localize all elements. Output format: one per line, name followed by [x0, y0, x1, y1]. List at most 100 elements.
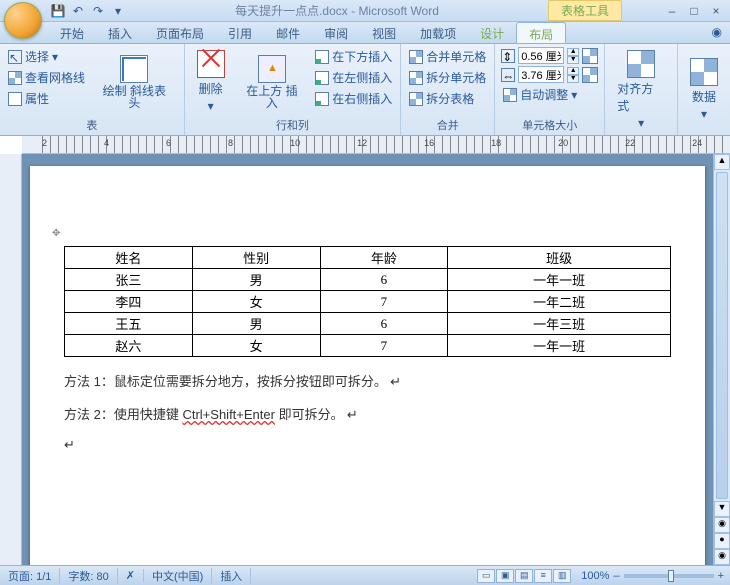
- split-table-button[interactable]: 拆分表格: [407, 89, 488, 108]
- tab-home[interactable]: 开始: [48, 22, 96, 43]
- view-fullscreen-icon[interactable]: ▣: [496, 569, 514, 583]
- zoom-level[interactable]: 100%: [581, 570, 609, 582]
- tab-addins[interactable]: 加载项: [408, 22, 468, 43]
- undo-icon[interactable]: ↶: [70, 3, 86, 19]
- status-page[interactable]: 页面: 1/1: [0, 568, 60, 584]
- col-width-icon: ⇔: [501, 68, 515, 82]
- scroll-up-icon[interactable]: ▲: [714, 154, 730, 170]
- table-row: 姓名 性别 年龄 班级: [65, 247, 671, 269]
- tab-layout[interactable]: 布局: [516, 22, 566, 43]
- table-cell[interactable]: 6: [320, 269, 448, 291]
- table-cell[interactable]: 班级: [448, 247, 671, 269]
- vertical-scrollbar[interactable]: ▲ ▼ ◉ ● ◉: [713, 154, 730, 565]
- row-height-input[interactable]: [518, 47, 564, 64]
- view-gridlines-button[interactable]: 查看网格线: [6, 68, 87, 87]
- group-table: ↖选择▾ 查看网格线 属性 绘制 斜线表头 表: [0, 44, 185, 135]
- document-table[interactable]: 姓名 性别 年龄 班级 张三男6一年一班 李四女7一年二班 王五男6一年三班 赵…: [64, 246, 671, 357]
- properties-button[interactable]: 属性: [6, 89, 87, 108]
- distribute-rows-icon[interactable]: [582, 48, 598, 64]
- save-icon[interactable]: 💾: [50, 3, 66, 19]
- view-web-icon[interactable]: ▤: [515, 569, 533, 583]
- zoom-out-button[interactable]: –: [613, 570, 619, 582]
- table-cell[interactable]: 6: [320, 313, 448, 335]
- status-language[interactable]: 中文(中国): [144, 568, 212, 584]
- tab-pagelayout[interactable]: 页面布局: [144, 22, 216, 43]
- merge-cells-button[interactable]: 合并单元格: [407, 47, 488, 66]
- tab-mailings[interactable]: 邮件: [264, 22, 312, 43]
- spin-up[interactable]: ▲: [567, 67, 579, 75]
- scroll-down-icon[interactable]: ▼: [714, 501, 730, 517]
- redo-icon[interactable]: ↷: [90, 3, 106, 19]
- table-cell[interactable]: 性别: [192, 247, 320, 269]
- paragraph[interactable]: 方法 1：鼠标定位需要拆分地方，按拆分按钮即可拆分。 ↵: [64, 371, 671, 390]
- qat-dropdown-icon[interactable]: ▾: [110, 3, 126, 19]
- scroll-thumb[interactable]: [716, 172, 728, 499]
- next-page-icon[interactable]: ◉: [714, 549, 730, 565]
- table-row: 赵六女7一年一班: [65, 335, 671, 357]
- office-button[interactable]: [4, 2, 42, 39]
- zoom-slider-thumb[interactable]: [668, 570, 674, 582]
- status-proofing-icon[interactable]: ✗: [118, 569, 144, 582]
- zoom-in-button[interactable]: +: [718, 570, 724, 582]
- data-button[interactable]: 数据▾: [684, 47, 724, 132]
- horizontal-ruler[interactable]: 2468101216182022242628303234363840424446: [22, 136, 730, 154]
- view-outline-icon[interactable]: ≡: [534, 569, 552, 583]
- table-cell[interactable]: 李四: [65, 291, 193, 313]
- table-cell[interactable]: 女: [192, 335, 320, 357]
- title-bar: 💾 ↶ ↷ ▾ 每天提升一点点.docx - Microsoft Word 表格…: [0, 0, 730, 22]
- tab-review[interactable]: 审阅: [312, 22, 360, 43]
- minimize-button[interactable]: –: [662, 4, 682, 18]
- tab-insert[interactable]: 插入: [96, 22, 144, 43]
- table-cell[interactable]: 姓名: [65, 247, 193, 269]
- table-cell[interactable]: 男: [192, 269, 320, 291]
- table-cell[interactable]: 一年一班: [448, 269, 671, 291]
- spin-down[interactable]: ▼: [567, 75, 579, 83]
- group-data: 数据▾: [678, 44, 730, 135]
- prev-page-icon[interactable]: ◉: [714, 517, 730, 533]
- autofit-button[interactable]: 自动调整▾: [501, 85, 598, 104]
- tab-view[interactable]: 视图: [360, 22, 408, 43]
- maximize-button[interactable]: □: [684, 4, 704, 18]
- insert-below-button[interactable]: 在下方插入: [313, 47, 394, 66]
- insert-above-button[interactable]: 在上方 插入: [235, 47, 310, 116]
- tab-design[interactable]: 设计: [468, 22, 516, 43]
- table-move-handle-icon[interactable]: ✥: [52, 228, 60, 239]
- table-cell[interactable]: 王五: [65, 313, 193, 335]
- table-cell[interactable]: 年龄: [320, 247, 448, 269]
- table-cell[interactable]: 7: [320, 335, 448, 357]
- close-button[interactable]: ×: [706, 4, 726, 18]
- spin-up[interactable]: ▲: [567, 48, 579, 56]
- view-draft-icon[interactable]: ▥: [553, 569, 571, 583]
- help-icon[interactable]: ◉: [704, 22, 730, 43]
- tab-references[interactable]: 引用: [216, 22, 264, 43]
- col-width-input[interactable]: [518, 66, 564, 83]
- group-label: 表: [6, 116, 178, 133]
- split-cells-button[interactable]: 拆分单元格: [407, 68, 488, 87]
- status-wordcount[interactable]: 字数: 80: [60, 568, 117, 584]
- draw-diagonal-header-button[interactable]: 绘制 斜线表头: [91, 47, 178, 116]
- spin-down[interactable]: ▼: [567, 56, 579, 64]
- delete-button[interactable]: 删除▾: [191, 47, 231, 116]
- table-cell[interactable]: 7: [320, 291, 448, 313]
- paragraph[interactable]: ↵: [64, 437, 671, 453]
- select-button[interactable]: ↖选择▾: [6, 47, 87, 66]
- status-insert-mode[interactable]: 插入: [212, 568, 251, 584]
- table-cell[interactable]: 张三: [65, 269, 193, 291]
- table-cell[interactable]: 一年三班: [448, 313, 671, 335]
- table-cell[interactable]: 男: [192, 313, 320, 335]
- zoom-slider[interactable]: [624, 574, 714, 578]
- group-label: 合并: [407, 116, 488, 133]
- browse-object-icon[interactable]: ●: [714, 533, 730, 549]
- table-cell[interactable]: 一年一班: [448, 335, 671, 357]
- view-print-layout-icon[interactable]: ▭: [477, 569, 495, 583]
- document-area[interactable]: ✥ 姓名 性别 年龄 班级 张三男6一年一班 李四女7一年二班 王五男6一年三班…: [22, 154, 713, 565]
- table-cell[interactable]: 赵六: [65, 335, 193, 357]
- paragraph[interactable]: 方法 2：使用快捷键 Ctrl+Shift+Enter 即可拆分。 ↵: [64, 404, 671, 423]
- insert-left-button[interactable]: 在左侧插入: [313, 68, 394, 87]
- alignment-button[interactable]: 对齐方式▾: [611, 47, 671, 132]
- vertical-ruler[interactable]: [0, 154, 22, 565]
- table-cell[interactable]: 一年二班: [448, 291, 671, 313]
- insert-right-button[interactable]: 在右侧插入: [313, 89, 394, 108]
- distribute-cols-icon[interactable]: [582, 67, 598, 83]
- table-cell[interactable]: 女: [192, 291, 320, 313]
